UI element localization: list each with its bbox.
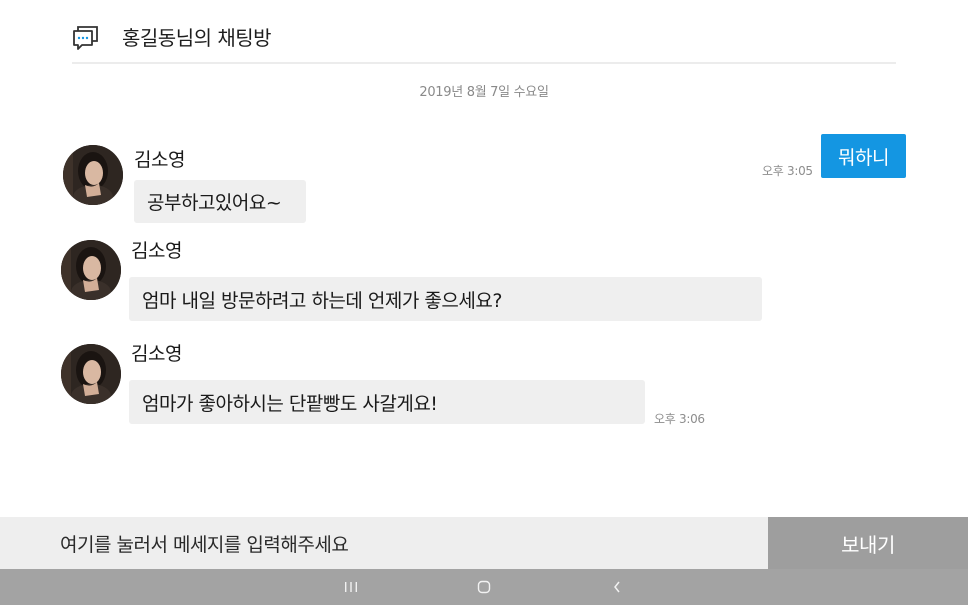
back-icon[interactable] [597,569,637,605]
sender-name: 김소영 [131,240,182,262]
chat-room-title: 홍길동님의 채팅방 [122,26,272,50]
navigation-bar [0,569,968,605]
chat-bubble-icon [72,24,100,50]
avatar[interactable] [61,344,121,404]
avatar[interactable] [63,145,123,205]
message-input-bar[interactable]: 여기를 눌러서 메세지를 입력해주세요 [0,517,768,569]
chat-screen: 홍길동님의 채팅방 2019년 8월 7일 수요일 오후 3:05 뭐하니 김소… [0,0,968,605]
message-bubble: 공부하고있어요~ [134,180,306,223]
message-bubble: 엄마가 좋아하시는 단팥빵도 사갈게요! [129,380,645,424]
my-message-time: 오후 3:05 [762,164,813,178]
my-message-bubble: 뭐하니 [821,134,906,178]
message-time: 오후 3:06 [654,412,705,426]
sender-name: 김소영 [131,343,182,365]
message-input[interactable]: 여기를 눌러서 메세지를 입력해주세요 [60,517,760,569]
date-divider: 2019년 8월 7일 수요일 [419,85,549,100]
recent-apps-icon[interactable] [331,569,371,605]
send-button[interactable]: 보내기 [768,517,968,569]
avatar[interactable] [61,240,121,300]
chat-header: 홍길동님의 채팅방 [72,0,896,64]
home-icon[interactable] [464,569,504,605]
sender-name: 김소영 [134,149,185,171]
message-bubble: 엄마 내일 방문하려고 하는데 언제가 좋으세요? [129,277,762,321]
